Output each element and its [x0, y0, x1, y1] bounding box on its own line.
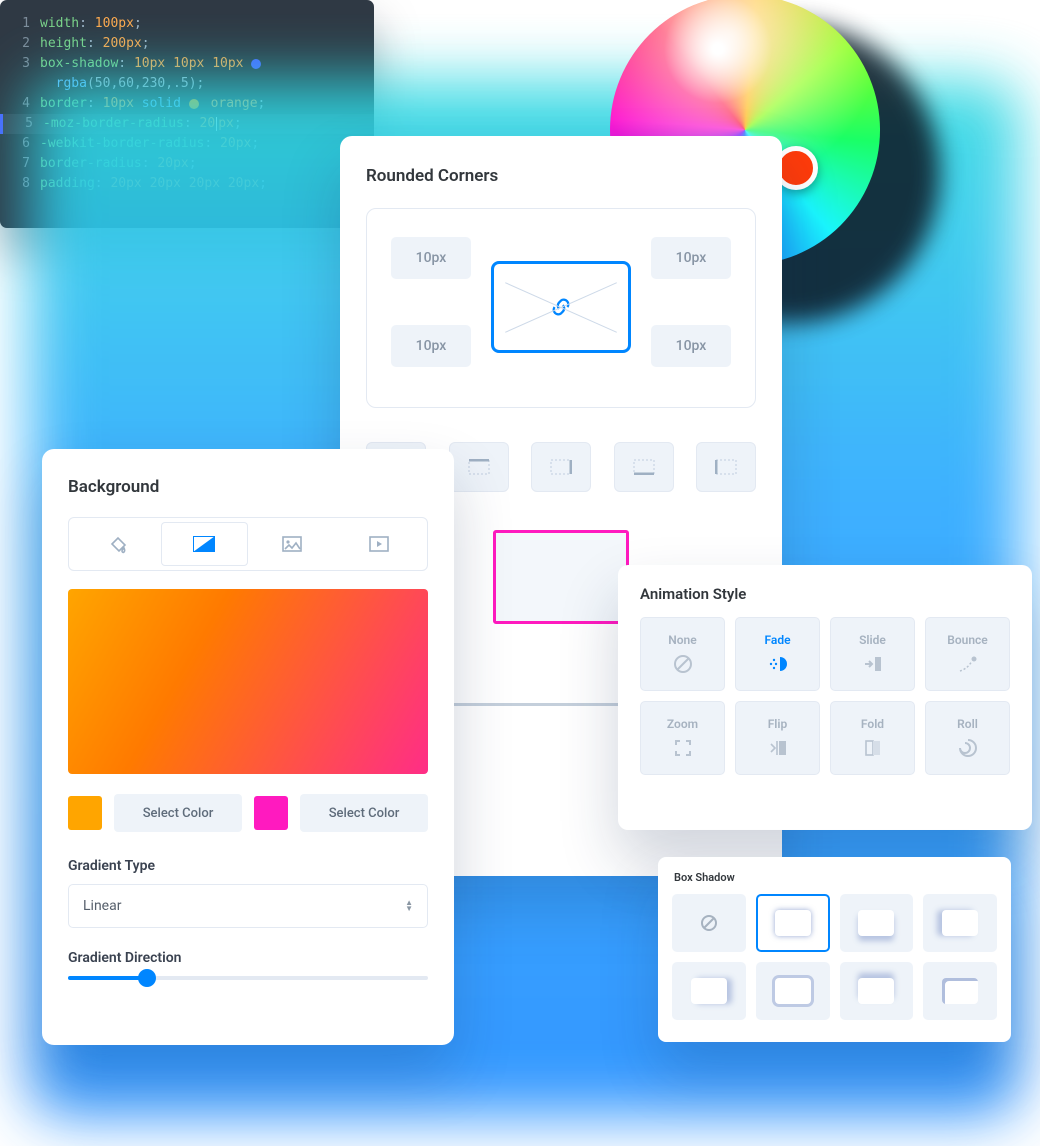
animation-roll[interactable]: Roll	[925, 701, 1010, 775]
chevron-updown-icon: ▲▼	[405, 900, 413, 912]
gradient-type-dropdown[interactable]: Linear ▲▼	[68, 884, 428, 928]
box-shadow-title: Box Shadow	[674, 871, 995, 884]
gradient-color-2-swatch[interactable]	[254, 796, 288, 830]
rounded-corners-title: Rounded Corners	[366, 166, 756, 186]
paint-bucket-icon	[107, 534, 127, 554]
border-top-tab[interactable]	[449, 442, 509, 492]
animation-bounce[interactable]: Bounce	[925, 617, 1010, 691]
gradient-icon	[193, 536, 215, 552]
none-icon	[672, 653, 694, 675]
gradient-direction-slider[interactable]	[68, 976, 428, 980]
bg-tab-video[interactable]	[336, 522, 424, 566]
animation-style-panel: Animation Style None Fade Slide Bounce Z…	[618, 565, 1032, 830]
shadow-preset-1[interactable]	[756, 894, 830, 952]
bg-tab-color[interactable]	[73, 522, 161, 566]
fade-icon	[767, 653, 789, 675]
corner-tl-input[interactable]: 10px	[391, 237, 471, 279]
animation-fold[interactable]: Fold	[830, 701, 915, 775]
shadow-preset-6[interactable]	[840, 962, 914, 1020]
animation-zoom[interactable]: Zoom	[640, 701, 725, 775]
gradient-direction-label: Gradient Direction	[68, 950, 428, 966]
animation-fade[interactable]: Fade	[735, 617, 820, 691]
animation-none[interactable]: None	[640, 617, 725, 691]
roll-icon	[957, 737, 979, 759]
bg-tab-gradient[interactable]	[161, 522, 249, 566]
gradient-preview	[68, 589, 428, 774]
animation-flip[interactable]: Flip	[735, 701, 820, 775]
border-bottom-tab[interactable]	[614, 442, 674, 492]
slider-thumb[interactable]	[138, 969, 156, 987]
none-icon	[699, 913, 719, 933]
corner-tr-input[interactable]: 10px	[651, 237, 731, 279]
shadow-preset-3[interactable]	[923, 894, 997, 952]
background-panel: Background Select Color Select Color Gra…	[42, 449, 454, 1045]
image-icon	[282, 536, 302, 552]
animation-style-title: Animation Style	[640, 585, 1010, 603]
border-left-tab[interactable]	[696, 442, 756, 492]
border-preview	[493, 530, 629, 624]
fold-icon	[862, 737, 884, 759]
animation-slide[interactable]: Slide	[830, 617, 915, 691]
slide-icon	[862, 653, 884, 675]
bounce-icon	[957, 653, 979, 675]
link-corners-button[interactable]	[491, 261, 631, 353]
corner-br-input[interactable]: 10px	[651, 325, 731, 367]
color-chip-icon	[251, 59, 261, 69]
shadow-none[interactable]	[672, 894, 746, 952]
border-right-tab[interactable]	[531, 442, 591, 492]
shadow-preset-4[interactable]	[672, 962, 746, 1020]
flip-icon	[767, 737, 789, 759]
box-shadow-panel: Box Shadow	[658, 857, 1011, 1042]
shadow-preset-2[interactable]	[840, 894, 914, 952]
select-color-2-button[interactable]: Select Color	[300, 794, 428, 832]
gradient-type-value: Linear	[83, 898, 121, 914]
select-color-1-button[interactable]: Select Color	[114, 794, 242, 832]
gradient-type-label: Gradient Type	[68, 858, 428, 874]
zoom-icon	[672, 737, 694, 759]
bg-tab-image[interactable]	[248, 522, 336, 566]
gradient-color-1-swatch[interactable]	[68, 796, 102, 830]
shadow-preset-5[interactable]	[756, 962, 830, 1020]
video-icon	[369, 536, 389, 552]
link-icon	[550, 296, 572, 318]
corner-bl-input[interactable]: 10px	[391, 325, 471, 367]
background-title: Background	[68, 477, 428, 497]
shadow-preset-7[interactable]	[923, 962, 997, 1020]
